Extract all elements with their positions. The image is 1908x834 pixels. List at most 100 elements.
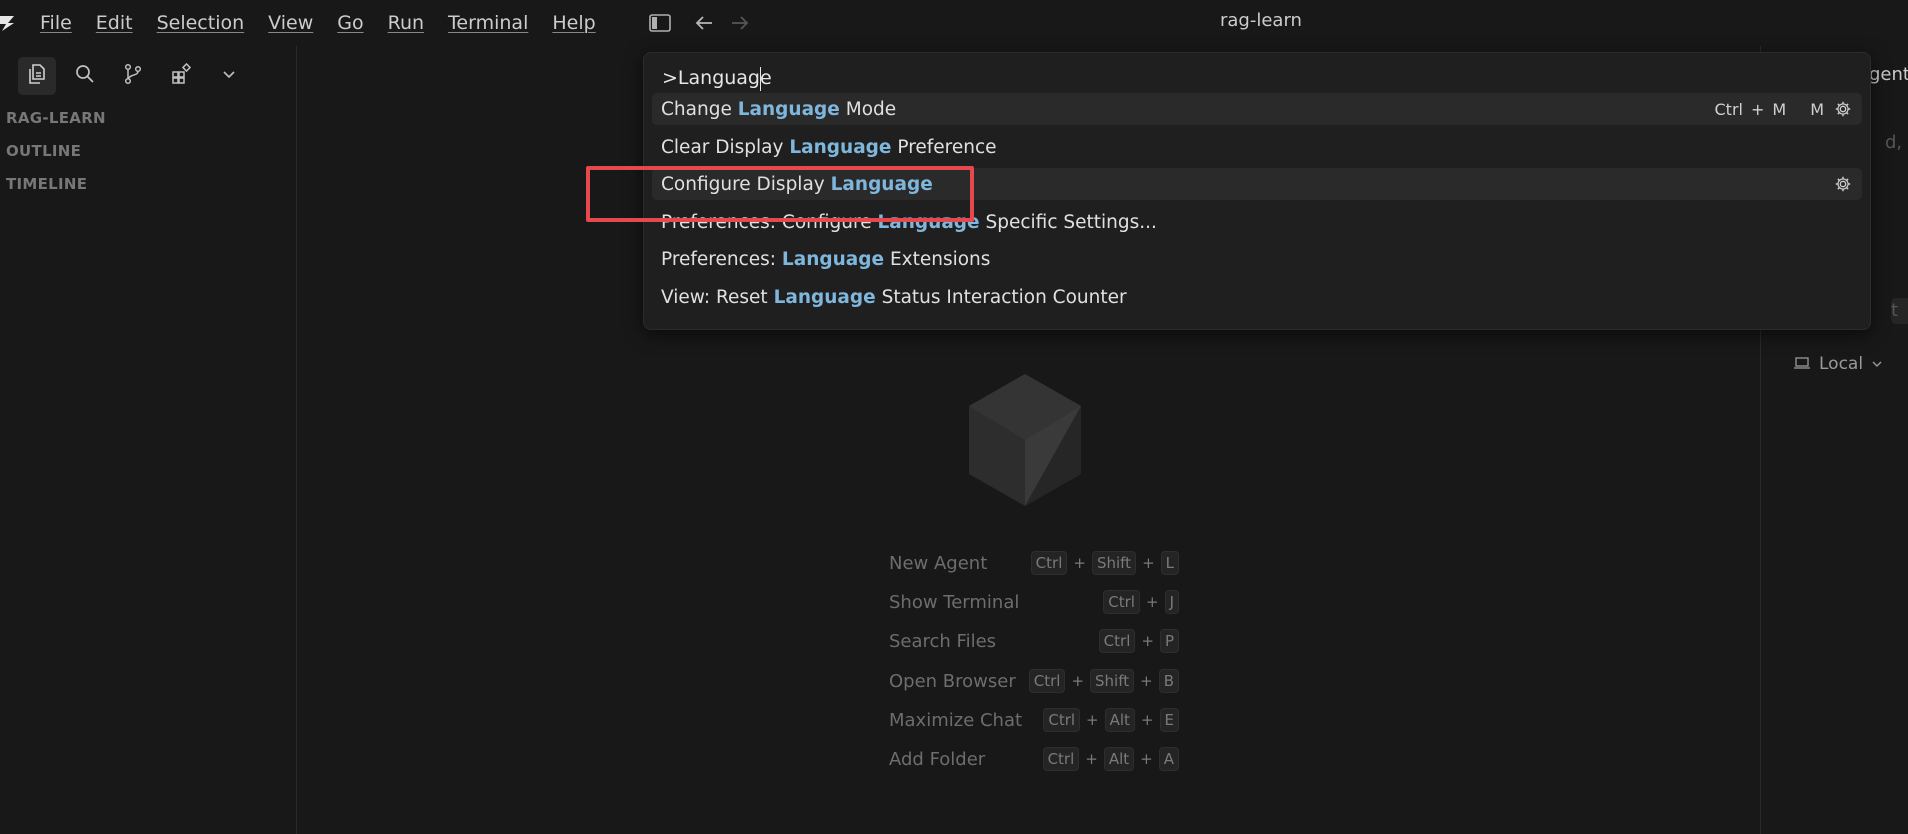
shortcut-keys: Ctrl + Shift + L <box>1030 551 1179 575</box>
shortcut-keys: Ctrl + Alt + A <box>1042 747 1179 771</box>
chat-panel-title: gent <box>1869 64 1908 85</box>
command-item-label: View: Reset Language Status Interaction … <box>652 287 1127 308</box>
window-title: rag-learn <box>1220 10 1302 31</box>
key-cap: A <box>1158 747 1179 771</box>
command-label-match: Language <box>789 136 892 158</box>
gear-icon[interactable] <box>1834 100 1852 118</box>
key-cap: P <box>1159 629 1179 653</box>
shortcut-row[interactable]: Open Browser Ctrl + Shift + B <box>889 667 1179 695</box>
key-plus: + <box>1140 711 1154 729</box>
section-outline[interactable]: OUTLINE <box>6 142 81 160</box>
key-cap: Alt <box>1103 747 1135 771</box>
key-plus: + <box>1073 554 1086 572</box>
key-cap: Ctrl <box>1043 708 1081 732</box>
menu-view[interactable]: View <box>268 12 313 34</box>
mode-dropdown-label: t <box>1891 300 1899 321</box>
command-label-suffix: Status Interaction Counter <box>875 286 1127 308</box>
back-arrow-icon[interactable] <box>692 12 716 34</box>
menu-go[interactable]: Go <box>337 12 363 34</box>
local-selector[interactable]: Local <box>1793 354 1883 374</box>
key-cap: E <box>1159 708 1179 732</box>
annotation-highlight-box <box>586 166 974 222</box>
key-cap: J <box>1164 590 1179 614</box>
command-palette-input[interactable] <box>652 59 1860 97</box>
forward-arrow-icon[interactable] <box>728 12 752 34</box>
key-cap: Ctrl <box>1030 551 1068 575</box>
shortcut-keys: Ctrl + Shift + B <box>1028 669 1179 693</box>
shortcut-label: Search Files <box>889 630 997 652</box>
chevron-down-icon <box>1871 355 1883 374</box>
command-label-suffix: Preference <box>891 136 997 158</box>
explorer-icon <box>25 62 49 90</box>
shortcut-label: New Agent <box>889 552 988 574</box>
shortcut-row[interactable]: Search Files Ctrl + P <box>889 627 1179 655</box>
search-tab[interactable] <box>66 57 104 95</box>
sidebar-tabs <box>18 56 258 96</box>
keybinding-key: M <box>1810 99 1824 119</box>
app-logo-icon <box>0 14 14 32</box>
key-plus: + <box>1145 593 1159 611</box>
key-plus: + <box>1141 632 1154 650</box>
shortcut-row[interactable]: Maximize Chat Ctrl + Alt + E <box>889 706 1179 734</box>
command-label-prefix: Clear Display <box>661 136 790 158</box>
mode-dropdown[interactable]: t <box>1891 298 1908 324</box>
key-plus: + <box>1086 711 1099 729</box>
keybinding-key: M <box>1772 99 1787 119</box>
source-control-tab[interactable] <box>114 57 152 95</box>
chevron-down-icon <box>220 65 238 87</box>
shortcut-label: Add Folder <box>889 748 986 770</box>
title-bar: File Edit Selection View Go Run Terminal Help r… <box>0 0 1908 46</box>
chat-input-placeholder[interactable]: d, / f <box>1885 132 1908 153</box>
keybinding-key: Ctrl <box>1714 99 1743 119</box>
toggle-sidebar-icon[interactable] <box>648 12 672 34</box>
key-plus: + <box>1140 750 1153 768</box>
extensions-tab[interactable] <box>162 57 200 95</box>
command-item-label: Preferences: Language Extensions <box>652 249 990 270</box>
section-rag-learn[interactable]: RAG-LEARN <box>6 109 106 127</box>
key-plus: + <box>1140 672 1153 690</box>
command-label-match: Language <box>737 98 840 120</box>
key-cap: Ctrl <box>1098 629 1136 653</box>
shortcut-keys: Ctrl + Alt + E <box>1043 708 1179 732</box>
local-label: Local <box>1819 354 1864 374</box>
command-item-actions: Ctrl + M M <box>1715 93 1853 125</box>
shortcut-row[interactable]: Add Folder Ctrl + Alt + A <box>889 745 1179 773</box>
shortcut-label: Maximize Chat <box>889 709 1023 731</box>
shortcut-row[interactable]: New Agent Ctrl + Shift + L <box>889 549 1179 577</box>
shortcut-row[interactable]: Show Terminal Ctrl + J <box>889 588 1179 616</box>
gear-icon[interactable] <box>1834 175 1852 193</box>
key-cap: Ctrl <box>1103 590 1140 614</box>
command-item[interactable]: View: Reset Language Status Interaction … <box>652 281 1862 313</box>
command-item[interactable]: Preferences: Language Extensions <box>652 243 1862 275</box>
laptop-icon <box>1793 355 1811 374</box>
explorer-tab[interactable] <box>18 57 56 95</box>
menu-help[interactable]: Help <box>552 12 595 34</box>
key-cap: Shift <box>1091 551 1137 575</box>
menu-file[interactable]: File <box>40 12 72 34</box>
command-item-label: Clear Display Language Preference <box>652 137 997 158</box>
command-label-prefix: View: Reset <box>661 286 774 308</box>
shortcut-keys: Ctrl + P <box>1098 629 1179 653</box>
source-control-icon <box>121 62 145 90</box>
command-label-prefix: Change <box>661 98 738 120</box>
menu-edit[interactable]: Edit <box>96 12 133 34</box>
key-plus: + <box>1142 554 1155 572</box>
menu-selection[interactable]: Selection <box>157 12 245 34</box>
key-plus: + <box>1085 750 1098 768</box>
menu-terminal[interactable]: Terminal <box>448 12 528 34</box>
command-item[interactable]: Clear Display Language Preference <box>652 131 1862 163</box>
key-cap: Ctrl <box>1042 747 1080 771</box>
search-icon <box>73 62 97 90</box>
cube-logo-icon <box>965 372 1085 508</box>
key-cap: Ctrl <box>1028 669 1066 693</box>
command-label-match: Language <box>773 286 876 308</box>
command-label-suffix: Specific Settings... <box>979 211 1157 233</box>
menu-run[interactable]: Run <box>388 12 424 34</box>
command-item-actions <box>1824 168 1852 200</box>
more-views-tab[interactable] <box>210 57 248 95</box>
keybinding-plus: + <box>1750 99 1765 119</box>
text-caret <box>760 67 761 91</box>
menu-bar: File Edit Selection View Go Run Terminal Help <box>40 0 620 46</box>
command-item[interactable]: Change Language Mode Ctrl + M M <box>652 93 1862 125</box>
section-timeline[interactable]: TIMELINE <box>6 175 87 193</box>
